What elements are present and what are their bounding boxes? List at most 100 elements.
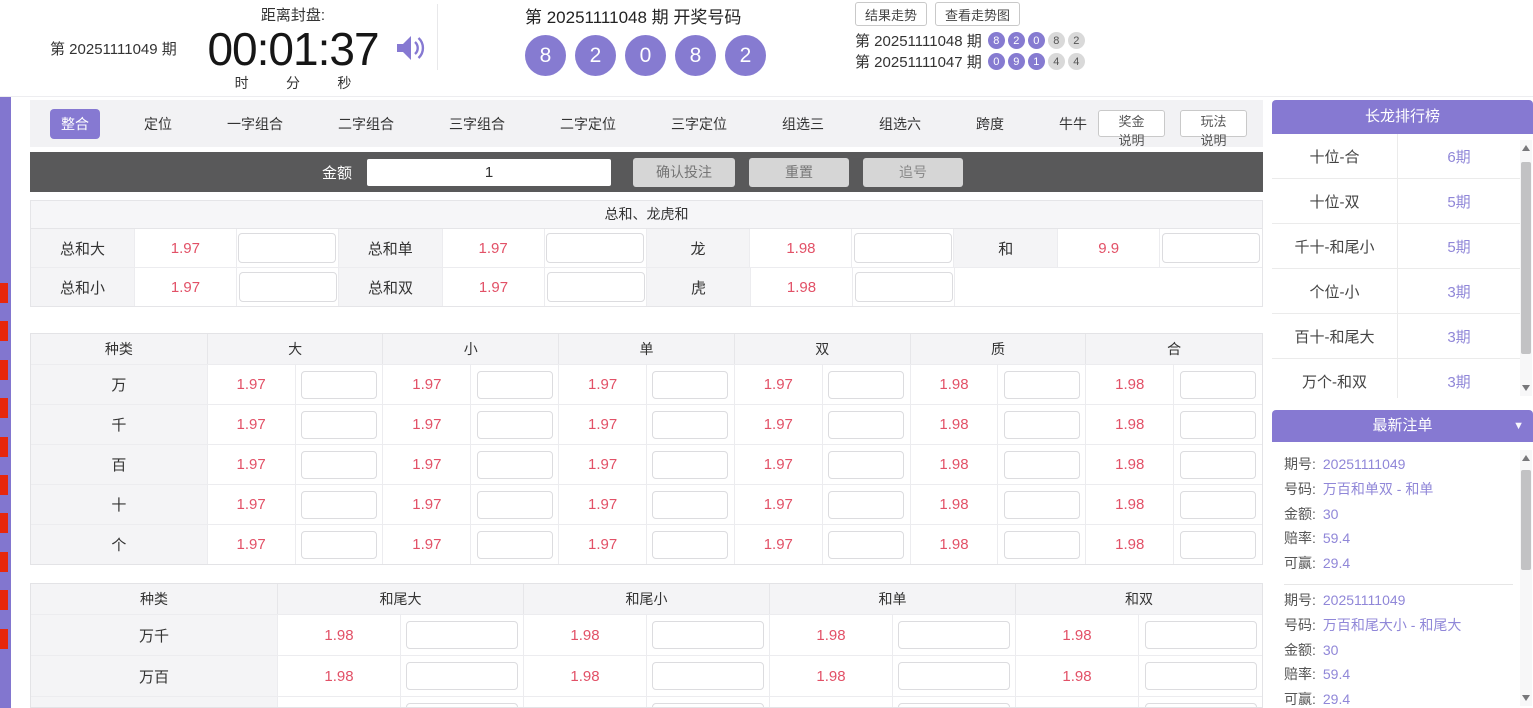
bet-amount-input[interactable] bbox=[828, 491, 904, 519]
bet-amount-input[interactable] bbox=[828, 531, 904, 559]
bet-amount-input[interactable] bbox=[898, 703, 1010, 708]
column-header: 大 bbox=[208, 334, 384, 364]
bet-amount-input[interactable] bbox=[1162, 233, 1260, 263]
bet-amount-input[interactable] bbox=[477, 531, 553, 559]
odds-value: 1.98 bbox=[770, 656, 893, 696]
bet-amount-input[interactable] bbox=[301, 451, 377, 479]
column-header: 和尾小 bbox=[524, 584, 770, 614]
bet-input-cell bbox=[647, 485, 735, 524]
bet-amount-input[interactable] bbox=[652, 411, 728, 439]
bet-input-cell bbox=[1174, 445, 1262, 484]
bet-entry: 期号:20251111049号码:万百和尾大小 - 和尾大金额:30赔率:59.… bbox=[1284, 585, 1513, 708]
tab-item[interactable]: 整合 bbox=[50, 109, 100, 139]
bet-amount-input[interactable] bbox=[547, 272, 645, 302]
tab-item[interactable]: 二字定位 bbox=[549, 109, 627, 139]
scroll-thumb[interactable] bbox=[1521, 470, 1531, 570]
bet-amount-input[interactable] bbox=[828, 371, 904, 399]
trend-button[interactable]: 结果走势 bbox=[855, 2, 927, 26]
red-marker bbox=[0, 283, 8, 303]
bet-field-value: 29.4 bbox=[1323, 551, 1350, 576]
bet-amount-input[interactable] bbox=[1180, 491, 1256, 519]
help-button[interactable]: 奖金说明 bbox=[1098, 110, 1165, 137]
bet-amount-input[interactable] bbox=[898, 621, 1010, 649]
dropdown-caret-icon[interactable]: ▼ bbox=[1513, 410, 1524, 442]
bet-amount-input[interactable] bbox=[238, 233, 336, 263]
trend-button[interactable]: 查看走势图 bbox=[935, 2, 1020, 26]
scroll-down-arrow-icon[interactable] bbox=[1522, 385, 1530, 391]
bet-amount-input[interactable] bbox=[301, 531, 377, 559]
odds-value: 1.98 bbox=[751, 268, 853, 306]
bet-amount-input[interactable] bbox=[301, 411, 377, 439]
bet-amount-input[interactable] bbox=[546, 233, 644, 263]
tab-item[interactable]: 组选六 bbox=[868, 109, 932, 139]
bet-amount-input[interactable] bbox=[406, 703, 518, 708]
bet-amount-input[interactable] bbox=[652, 621, 764, 649]
tab-item[interactable]: 牛牛 bbox=[1048, 109, 1098, 139]
tab-item[interactable]: 定位 bbox=[133, 109, 183, 139]
bet-amount-input[interactable] bbox=[1004, 371, 1080, 399]
tab-item[interactable]: 组选三 bbox=[771, 109, 835, 139]
red-marker bbox=[0, 360, 8, 380]
bet-input-cell bbox=[1160, 229, 1262, 267]
bet-amount-input[interactable] bbox=[1180, 531, 1256, 559]
red-marker bbox=[0, 513, 8, 533]
bet-amount-input[interactable] bbox=[301, 371, 377, 399]
bet-amount-input[interactable] bbox=[828, 451, 904, 479]
bet-field-value: 59.4 bbox=[1323, 526, 1350, 551]
scroll-up-arrow-icon[interactable] bbox=[1522, 455, 1530, 461]
bet-amount-input[interactable] bbox=[1145, 703, 1257, 708]
scroll-thumb[interactable] bbox=[1521, 162, 1531, 354]
bet-amount-input[interactable] bbox=[477, 451, 553, 479]
bet-amount-input[interactable] bbox=[854, 233, 952, 263]
bet-amount-input[interactable] bbox=[1004, 411, 1080, 439]
bets-scrollbar[interactable] bbox=[1520, 450, 1532, 706]
red-marker bbox=[0, 629, 8, 649]
bet-amount-input[interactable] bbox=[406, 621, 518, 649]
bet-amount-input[interactable] bbox=[652, 491, 728, 519]
rank-scrollbar[interactable] bbox=[1520, 140, 1532, 396]
tab-item[interactable]: 跨度 bbox=[965, 109, 1015, 139]
bet-input-cell bbox=[823, 485, 911, 524]
tab-item[interactable]: 三字定位 bbox=[660, 109, 738, 139]
bet-amount-input[interactable] bbox=[406, 662, 518, 690]
tab-item[interactable]: 二字组合 bbox=[327, 109, 405, 139]
scroll-up-arrow-icon[interactable] bbox=[1522, 145, 1530, 151]
bet-amount-input[interactable] bbox=[1180, 411, 1256, 439]
speaker-icon[interactable] bbox=[394, 33, 426, 63]
amount-input[interactable] bbox=[367, 159, 611, 186]
bet-amount-input[interactable] bbox=[1145, 662, 1257, 690]
bet-amount-input[interactable] bbox=[652, 371, 728, 399]
help-button[interactable]: 玩法说明 bbox=[1180, 110, 1247, 137]
scroll-down-arrow-icon[interactable] bbox=[1522, 695, 1530, 701]
bet-amount-input[interactable] bbox=[477, 411, 553, 439]
bet-amount-input[interactable] bbox=[652, 703, 764, 708]
bet-field-value: 29.4 bbox=[1323, 687, 1350, 708]
bet-amount-input[interactable] bbox=[1145, 621, 1257, 649]
bet-input-cell bbox=[647, 445, 735, 484]
bet-amount-input[interactable] bbox=[1180, 451, 1256, 479]
bet-amount-input[interactable] bbox=[301, 491, 377, 519]
bet-amount-input[interactable] bbox=[1004, 531, 1080, 559]
reset-button[interactable]: 重置 bbox=[749, 158, 849, 187]
bet-amount-input[interactable] bbox=[239, 272, 337, 302]
current-period-label: 第 20251111049 期 bbox=[50, 38, 177, 59]
bet-amount-input[interactable] bbox=[1180, 371, 1256, 399]
bet-amount-input[interactable] bbox=[1004, 491, 1080, 519]
bet-amount-input[interactable] bbox=[652, 531, 728, 559]
confirm-bet-button[interactable]: 确认投注 bbox=[633, 158, 735, 187]
tab-item[interactable]: 一字组合 bbox=[216, 109, 294, 139]
bet-amount-input[interactable] bbox=[855, 272, 953, 302]
bet-amount-input[interactable] bbox=[477, 371, 553, 399]
chase-number-button[interactable]: 追号 bbox=[863, 158, 963, 187]
tab-item[interactable]: 三字组合 bbox=[438, 109, 516, 139]
column-header: 种类 bbox=[31, 334, 208, 364]
bet-amount-input[interactable] bbox=[828, 411, 904, 439]
bet-amount-input[interactable] bbox=[477, 491, 553, 519]
odds-value: 1.97 bbox=[208, 365, 296, 404]
bet-amount-input[interactable] bbox=[652, 451, 728, 479]
odds-value: 1.98 bbox=[278, 656, 401, 696]
bet-field: 期号:20251111049 bbox=[1284, 452, 1513, 477]
bet-amount-input[interactable] bbox=[898, 662, 1010, 690]
bet-amount-input[interactable] bbox=[1004, 451, 1080, 479]
bet-amount-input[interactable] bbox=[652, 662, 764, 690]
